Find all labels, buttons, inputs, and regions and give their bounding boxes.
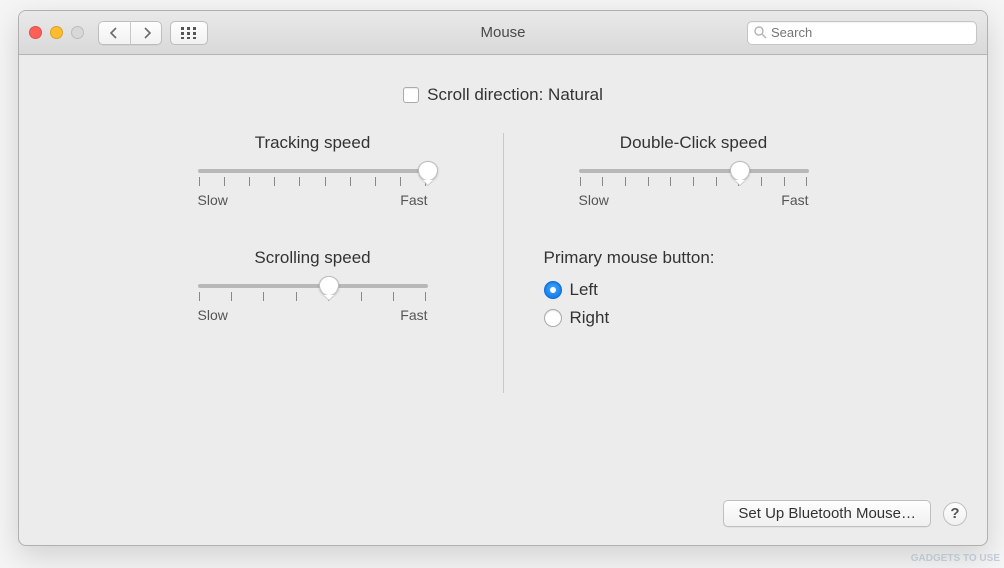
- grid-icon: [181, 27, 197, 39]
- primary-button-left-row[interactable]: Left: [544, 280, 844, 300]
- search-input[interactable]: [771, 25, 970, 40]
- columns: Tracking speed Slow Fast Scrolling speed: [49, 133, 957, 393]
- chevron-left-icon: [109, 27, 119, 39]
- double-click-fast-label: Fast: [781, 192, 808, 208]
- double-click-speed-slider[interactable]: Slow Fast: [579, 169, 809, 208]
- content-area: Scroll direction: Natural Tracking speed…: [19, 55, 987, 545]
- primary-button-right-radio[interactable]: [544, 309, 562, 327]
- right-column: Double-Click speed Slow Fast Primary mou…: [504, 133, 884, 393]
- forward-button[interactable]: [130, 21, 162, 45]
- zoom-window-button[interactable]: [71, 26, 84, 39]
- back-button[interactable]: [98, 21, 130, 45]
- scrolling-fast-label: Fast: [400, 307, 427, 323]
- primary-button-left-radio[interactable]: [544, 281, 562, 299]
- tracking-speed-title: Tracking speed: [163, 133, 463, 153]
- scroll-direction-checkbox[interactable]: [403, 87, 419, 103]
- watermark: GADGETS TO USE: [911, 553, 1000, 564]
- primary-button-title: Primary mouse button:: [544, 248, 844, 268]
- setup-bluetooth-mouse-button[interactable]: Set Up Bluetooth Mouse…: [723, 500, 931, 527]
- footer: Set Up Bluetooth Mouse… ?: [723, 500, 967, 527]
- titlebar: Mouse: [19, 11, 987, 55]
- chevron-right-icon: [142, 27, 152, 39]
- search-field[interactable]: [747, 21, 977, 45]
- scroll-direction-row: Scroll direction: Natural: [49, 85, 957, 105]
- search-icon: [754, 26, 767, 39]
- show-all-button[interactable]: [170, 21, 208, 45]
- primary-button-right-row[interactable]: Right: [544, 308, 844, 328]
- window-controls: [29, 26, 84, 39]
- preferences-window: Mouse Scroll direction: Natural Tracking…: [18, 10, 988, 546]
- double-click-slow-label: Slow: [579, 192, 609, 208]
- primary-button-right-label: Right: [570, 308, 610, 328]
- scrolling-speed-slider[interactable]: Slow Fast: [198, 284, 428, 323]
- left-column: Tracking speed Slow Fast Scrolling speed: [123, 133, 503, 393]
- close-window-button[interactable]: [29, 26, 42, 39]
- tracking-fast-label: Fast: [400, 192, 427, 208]
- scrolling-speed-title: Scrolling speed: [163, 248, 463, 268]
- help-button[interactable]: ?: [943, 502, 967, 526]
- tracking-speed-group: Tracking speed Slow Fast: [163, 133, 463, 208]
- tracking-slow-label: Slow: [198, 192, 228, 208]
- scrolling-speed-group: Scrolling speed Slow Fast: [163, 248, 463, 323]
- double-click-speed-title: Double-Click speed: [544, 133, 844, 153]
- window-title: Mouse: [480, 24, 525, 41]
- scroll-direction-label: Scroll direction: Natural: [427, 85, 603, 105]
- primary-button-left-label: Left: [570, 280, 598, 300]
- scrolling-slow-label: Slow: [198, 307, 228, 323]
- double-click-speed-group: Double-Click speed Slow Fast: [544, 133, 844, 208]
- primary-mouse-button-group: Primary mouse button: Left Right: [544, 248, 844, 328]
- minimize-window-button[interactable]: [50, 26, 63, 39]
- tracking-speed-slider[interactable]: Slow Fast: [198, 169, 428, 208]
- nav-segmented-control: [98, 21, 162, 45]
